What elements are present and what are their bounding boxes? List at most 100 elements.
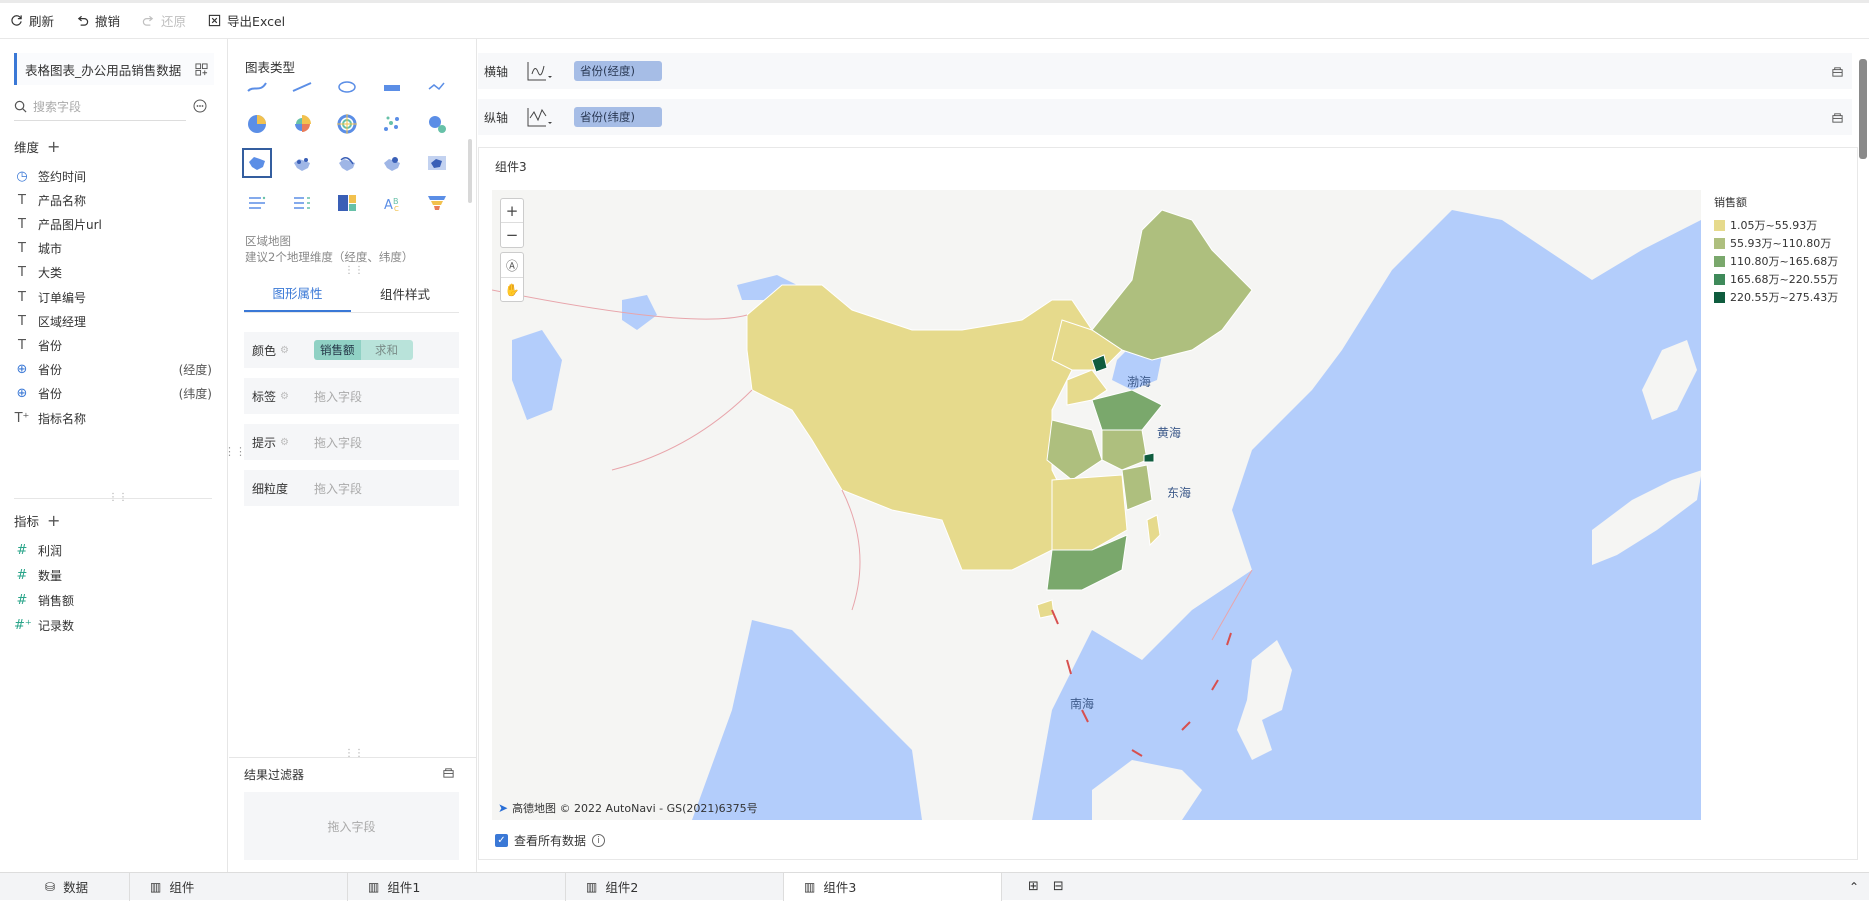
- view-all-data[interactable]: ✓ 查看所有数据 i: [495, 832, 606, 849]
- search-input[interactable]: [33, 99, 163, 114]
- chart-pie-icon[interactable]: [242, 109, 272, 139]
- chart-area-icon[interactable]: [377, 75, 407, 99]
- amap-logo-icon: ➤: [498, 801, 509, 815]
- compass-icon: Ⓐ: [505, 258, 518, 273]
- chart-rose-pie-icon[interactable]: [287, 109, 317, 139]
- more-options-icon[interactable]: [193, 99, 207, 113]
- add-dimension-icon[interactable]: +: [47, 137, 60, 156]
- component-panel: 组件3 渤海 黄海 东海 南海 + − Ⓐ ✋ ➤ 高德地图 © 2022 Au…: [478, 147, 1858, 860]
- refresh-button[interactable]: 刷新: [10, 11, 54, 30]
- chart-heat-map-icon[interactable]: [377, 148, 407, 178]
- switch-dataset-icon[interactable]: [192, 62, 210, 76]
- field-search[interactable]: [14, 93, 186, 121]
- dimension-field[interactable]: T 订单编号: [14, 286, 212, 308]
- pan-tool-button[interactable]: ✋: [501, 277, 523, 301]
- chart-line-icon[interactable]: [242, 75, 272, 99]
- measure-field[interactable]: # 销售额: [14, 589, 212, 611]
- label-property[interactable]: 标签 ⚙ 拖入字段: [244, 378, 459, 414]
- text-icon: T: [18, 313, 26, 329]
- axis-type-icon[interactable]: [526, 60, 554, 82]
- color-field-pill[interactable]: 销售额 求和: [314, 340, 413, 360]
- legend-swatch: [1714, 219, 1725, 231]
- dimension-field[interactable]: ⊕ 省份 (经度): [14, 359, 212, 381]
- zoom-in-button[interactable]: +: [501, 199, 523, 223]
- chart-grid-scrollbar[interactable]: [468, 139, 472, 203]
- measure-field[interactable]: #⁺ 记录数: [14, 614, 212, 636]
- resize-handle[interactable]: ⋮⋮: [108, 492, 128, 503]
- text-plus-icon: T⁺: [14, 410, 30, 426]
- tab-component1[interactable]: ▥ 组件1: [348, 872, 566, 901]
- chart-flow-map-icon[interactable]: [332, 148, 362, 178]
- chart-detail-list-icon[interactable]: [287, 188, 317, 218]
- tab-component[interactable]: ▥ 组件: [130, 872, 348, 901]
- dimension-field[interactable]: T⁺ 指标名称: [14, 407, 212, 429]
- dimension-field[interactable]: T 产品名称: [14, 189, 212, 211]
- color-property[interactable]: 颜色 ⚙ 销售额 求和: [244, 332, 459, 368]
- measure-field[interactable]: # 数量: [14, 564, 212, 586]
- chart-scatter-icon[interactable]: [377, 109, 407, 139]
- measure-field[interactable]: # 利润: [14, 539, 212, 561]
- chart-step-icon[interactable]: [422, 75, 452, 99]
- dimension-field[interactable]: T 省份: [14, 334, 212, 356]
- tab-component2[interactable]: ▥ 组件2: [566, 872, 784, 901]
- settings-icon[interactable]: ⚙: [280, 391, 289, 402]
- chart-ring-icon[interactable]: [332, 109, 362, 139]
- chart-radar-icon[interactable]: [332, 75, 362, 99]
- undo-button[interactable]: 撤销: [76, 11, 120, 30]
- legend-item: 55.93万~110.80万: [1714, 234, 1838, 252]
- chart-curve-icon[interactable]: [287, 75, 317, 99]
- x-axis-field-pill[interactable]: 省份(经度): [574, 61, 662, 81]
- region-map[interactable]: 渤海 黄海 东海 南海 + − Ⓐ ✋ ➤ 高德地图 © 2022 AutoNa…: [492, 190, 1701, 820]
- settings-icon[interactable]: ⚙: [280, 437, 289, 448]
- page-scrollbar[interactable]: [1859, 59, 1867, 159]
- add-component-icon[interactable]: ⊞: [1028, 879, 1039, 894]
- redo-button[interactable]: 还原: [142, 11, 186, 30]
- chart-text-list-icon[interactable]: [242, 188, 272, 218]
- settings-icon[interactable]: ⚙: [280, 345, 289, 356]
- tab-data[interactable]: ⛁ 数据: [0, 872, 130, 901]
- result-filter-dropzone[interactable]: 拖入字段: [244, 792, 459, 860]
- tooltip-property[interactable]: 提示 ⚙ 拖入字段: [244, 424, 459, 460]
- lock-icon[interactable]: [1831, 65, 1844, 78]
- checkbox-checked[interactable]: ✓: [495, 834, 508, 847]
- collapse-icon[interactable]: ⌃: [1849, 880, 1859, 894]
- chart-bubble-icon[interactable]: [422, 109, 452, 139]
- hand-icon: ✋: [504, 282, 520, 297]
- dimension-field[interactable]: T 大类: [14, 262, 212, 284]
- tab-graphic-properties[interactable]: 图形属性: [244, 275, 351, 312]
- export-excel-button[interactable]: 导出Excel: [208, 11, 285, 30]
- chart-word-cloud-icon[interactable]: ABC: [377, 188, 407, 218]
- dataset-selector[interactable]: 表格图表_办公用品销售数据: [14, 53, 214, 85]
- add-measure-icon[interactable]: +: [47, 511, 60, 530]
- legend-swatch: [1714, 255, 1725, 267]
- chart-treemap-icon[interactable]: [332, 188, 362, 218]
- tab-component3[interactable]: ▥ 组件3: [784, 872, 1002, 901]
- chart-geo-map-icon[interactable]: [422, 148, 452, 178]
- globe-icon: ⊕: [16, 386, 28, 402]
- x-axis-row[interactable]: 横轴 省份(经度): [478, 53, 1852, 89]
- chart-icon: ▥: [368, 879, 380, 894]
- dimension-field[interactable]: ⊕ 省份 (纬度): [14, 383, 212, 405]
- chart-type-title: 图表类型: [245, 60, 296, 75]
- dimension-field[interactable]: ◷ 签约时间: [14, 165, 212, 187]
- rotate-tool-button[interactable]: Ⓐ: [501, 253, 523, 277]
- axis-type-icon[interactable]: [526, 106, 554, 128]
- zoom-out-button[interactable]: −: [501, 223, 523, 247]
- dimension-field[interactable]: T 城市: [14, 238, 212, 260]
- chart-point-map-icon[interactable]: [287, 148, 317, 178]
- dimension-field[interactable]: T 区域经理: [14, 310, 212, 332]
- granularity-property[interactable]: 细粒度 拖入字段: [244, 470, 459, 506]
- result-filter-title: 结果过滤器: [244, 768, 305, 782]
- tab-component-style[interactable]: 组件样式: [351, 275, 459, 312]
- y-axis-row[interactable]: 纵轴 省份(纬度): [478, 99, 1852, 135]
- lock-icon[interactable]: [442, 766, 455, 779]
- add-dashboard-icon[interactable]: ⊟: [1053, 879, 1064, 894]
- y-axis-field-pill[interactable]: 省份(纬度): [574, 107, 662, 127]
- undo-icon: [76, 14, 89, 27]
- chart-funnel-icon[interactable]: [422, 188, 452, 218]
- lock-icon[interactable]: [1831, 111, 1844, 124]
- dimension-field[interactable]: T 产品图片url: [14, 213, 212, 235]
- info-icon[interactable]: i: [592, 834, 606, 847]
- text-icon: T: [18, 216, 26, 232]
- chart-region-map-icon[interactable]: [242, 148, 272, 178]
